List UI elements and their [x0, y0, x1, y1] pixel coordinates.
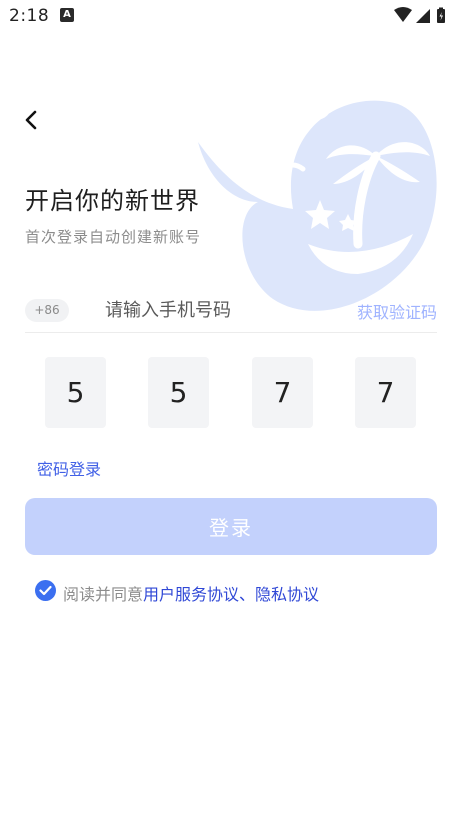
- privacy-policy-link[interactable]: 隐私协议: [255, 585, 319, 604]
- page-subtitle: 首次登录自动创建新账号: [25, 228, 202, 246]
- agreement-separator: 、: [239, 585, 256, 604]
- notification-a-icon: A: [60, 8, 74, 22]
- agreement-checkbox[interactable]: [35, 580, 56, 601]
- code-digit-box[interactable]: 5: [148, 357, 209, 428]
- phone-input[interactable]: [105, 295, 355, 325]
- user-agreement-link[interactable]: 用户服务协议: [143, 585, 239, 604]
- status-time: 2:18: [9, 6, 50, 26]
- country-code-selector[interactable]: +86: [25, 299, 69, 322]
- agreement-text: 阅读并同意用户服务协议、隐私协议: [63, 581, 319, 605]
- password-login-link[interactable]: 密码登录: [37, 456, 101, 480]
- login-button[interactable]: 登录: [25, 498, 437, 555]
- code-digit-box[interactable]: 7: [252, 357, 313, 428]
- code-digit-box[interactable]: 7: [355, 357, 416, 428]
- code-digit-box[interactable]: 5: [45, 357, 106, 428]
- battery-icon: [437, 7, 445, 23]
- wifi-icon: [394, 7, 412, 22]
- page-title: 开启你的新世界: [25, 187, 200, 215]
- get-code-button[interactable]: 获取验证码: [357, 299, 437, 323]
- status-bar: 2:18 A: [0, 0, 460, 34]
- phone-input-row: +86 获取验证码: [25, 292, 437, 333]
- whale-illustration-icon: [198, 76, 440, 320]
- signal-icon: [416, 9, 430, 23]
- chevron-left-icon: [25, 110, 37, 130]
- back-button[interactable]: [18, 106, 46, 134]
- agreement-prefix: 阅读并同意: [63, 585, 144, 604]
- check-icon: [39, 585, 52, 596]
- status-icons: [392, 6, 452, 26]
